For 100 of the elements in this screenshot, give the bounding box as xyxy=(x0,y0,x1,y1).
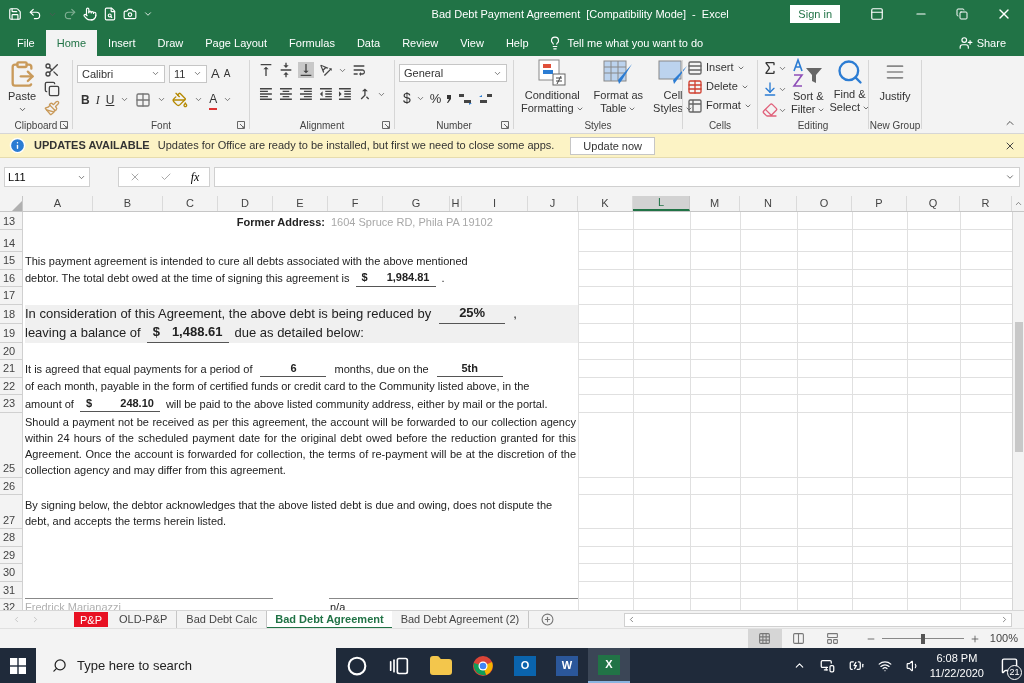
number-format-field[interactable]: General xyxy=(399,64,507,82)
empty-cell[interactable] xyxy=(907,529,960,547)
empty-cell[interactable] xyxy=(690,287,740,305)
column-header[interactable]: B xyxy=(93,196,163,211)
empty-cell[interactable] xyxy=(797,477,852,495)
shrink-font-button[interactable]: A xyxy=(223,66,231,82)
empty-cell[interactable] xyxy=(852,252,907,270)
expand-icon[interactable] xyxy=(1005,172,1015,182)
empty-cell[interactable] xyxy=(690,342,740,360)
empty-cell[interactable] xyxy=(852,287,907,305)
empty-cell[interactable] xyxy=(633,230,690,252)
scroll-right-icon[interactable] xyxy=(1000,615,1009,624)
empty-cell[interactable] xyxy=(797,269,852,287)
empty-cell[interactable] xyxy=(578,546,633,564)
comma-style-icon[interactable] xyxy=(446,93,453,104)
empty-cell[interactable] xyxy=(907,546,960,564)
borders-icon[interactable] xyxy=(135,91,152,108)
empty-cell[interactable] xyxy=(690,546,740,564)
empty-cell[interactable] xyxy=(797,546,852,564)
empty-cell[interactable] xyxy=(852,212,907,230)
align-bottom-icon[interactable] xyxy=(298,62,314,78)
empty-cell[interactable] xyxy=(740,230,797,252)
empty-cell[interactable] xyxy=(852,230,907,252)
empty-cell[interactable] xyxy=(740,529,797,547)
sheet-tab[interactable]: Bad Debt Agreement xyxy=(267,610,392,629)
align-left-icon[interactable] xyxy=(258,86,274,102)
empty-cell[interactable] xyxy=(690,304,740,324)
empty-cell[interactable] xyxy=(797,529,852,547)
dialog-launcher-icon[interactable] xyxy=(501,121,509,129)
dialog-launcher-icon[interactable] xyxy=(237,121,245,129)
empty-cell[interactable] xyxy=(740,412,797,478)
ribbon-tab[interactable]: Home xyxy=(45,30,98,56)
font-color-button[interactable]: A xyxy=(209,89,218,110)
decrease-decimal-icon[interactable] xyxy=(478,91,495,106)
cut-icon[interactable] xyxy=(44,62,60,78)
empty-cell[interactable] xyxy=(633,304,690,324)
empty-cell[interactable] xyxy=(740,323,797,343)
editing-button[interactable]: Sort & Filter xyxy=(791,58,826,118)
camera-icon[interactable] xyxy=(123,7,137,21)
empty-cell[interactable] xyxy=(907,342,960,360)
column-header[interactable]: H xyxy=(450,196,462,211)
taskbar-search-field[interactable]: Type here to search xyxy=(36,648,336,683)
battery-icon[interactable] xyxy=(848,658,864,673)
empty-cell[interactable] xyxy=(907,377,960,395)
empty-cell[interactable] xyxy=(633,529,690,547)
column-header[interactable]: Q xyxy=(907,196,960,211)
column-header[interactable]: R xyxy=(960,196,1012,211)
empty-cell[interactable] xyxy=(797,252,852,270)
underline-button[interactable]: U xyxy=(105,90,115,109)
empty-cell[interactable] xyxy=(633,252,690,270)
row-header[interactable]: 23 xyxy=(0,395,23,413)
empty-cell[interactable] xyxy=(578,212,633,230)
empty-cell[interactable] xyxy=(690,395,740,413)
decrease-indent-icon[interactable] xyxy=(317,86,334,102)
italic-button[interactable]: I xyxy=(95,90,100,109)
empty-cell[interactable] xyxy=(852,360,907,378)
ribbon-display-icon[interactable] xyxy=(870,7,884,21)
scroll-left-icon[interactable] xyxy=(12,615,21,624)
print-preview-icon[interactable] xyxy=(103,7,117,21)
empty-cell[interactable] xyxy=(578,342,633,360)
column-header[interactable]: G xyxy=(383,196,450,211)
empty-cell[interactable] xyxy=(690,360,740,378)
add-sheet-icon[interactable] xyxy=(541,613,555,626)
orientation-icon[interactable] xyxy=(318,62,334,78)
ribbon-tab[interactable]: Help xyxy=(494,30,540,56)
empty-cell[interactable] xyxy=(740,342,797,360)
empty-cell[interactable] xyxy=(907,581,960,599)
empty-cell[interactable] xyxy=(797,395,852,413)
paste-button[interactable]: Paste xyxy=(4,60,40,117)
empty-cell[interactable] xyxy=(633,495,690,529)
ribbon-tab[interactable]: Insert xyxy=(97,30,147,56)
empty-cell[interactable] xyxy=(690,477,740,495)
view-button[interactable] xyxy=(747,628,782,649)
column-header[interactable]: I xyxy=(462,196,528,211)
bold-button[interactable]: B xyxy=(81,90,90,109)
autosum-icon[interactable] xyxy=(762,60,778,76)
align-middle-icon[interactable] xyxy=(278,62,294,78)
row-header[interactable]: 25 xyxy=(0,412,23,478)
column-header[interactable]: E xyxy=(273,196,328,211)
empty-cell[interactable] xyxy=(907,477,960,495)
empty-cell[interactable] xyxy=(633,412,690,478)
empty-cell[interactable] xyxy=(690,581,740,599)
taskbar-app-button[interactable]: W xyxy=(546,648,588,683)
empty-cell[interactable] xyxy=(797,342,852,360)
empty-cell[interactable] xyxy=(740,495,797,529)
wifi-icon[interactable] xyxy=(877,658,892,673)
empty-cell[interactable] xyxy=(740,287,797,305)
redo-icon[interactable] xyxy=(63,7,77,21)
restore-icon[interactable] xyxy=(956,8,968,20)
undo-icon[interactable] xyxy=(28,7,42,21)
enter-icon[interactable] xyxy=(159,171,172,183)
touch-mode-icon[interactable] xyxy=(83,7,97,21)
empty-cell[interactable] xyxy=(852,412,907,478)
row-header[interactable]: 15 xyxy=(0,252,23,270)
ribbon-tab[interactable]: File xyxy=(6,30,46,56)
empty-cell[interactable] xyxy=(852,477,907,495)
zoom-level[interactable]: 100% xyxy=(989,630,1018,647)
column-header[interactable]: O xyxy=(797,196,852,211)
align-top-icon[interactable] xyxy=(258,62,274,78)
ribbon-tab[interactable]: Review xyxy=(391,30,450,56)
